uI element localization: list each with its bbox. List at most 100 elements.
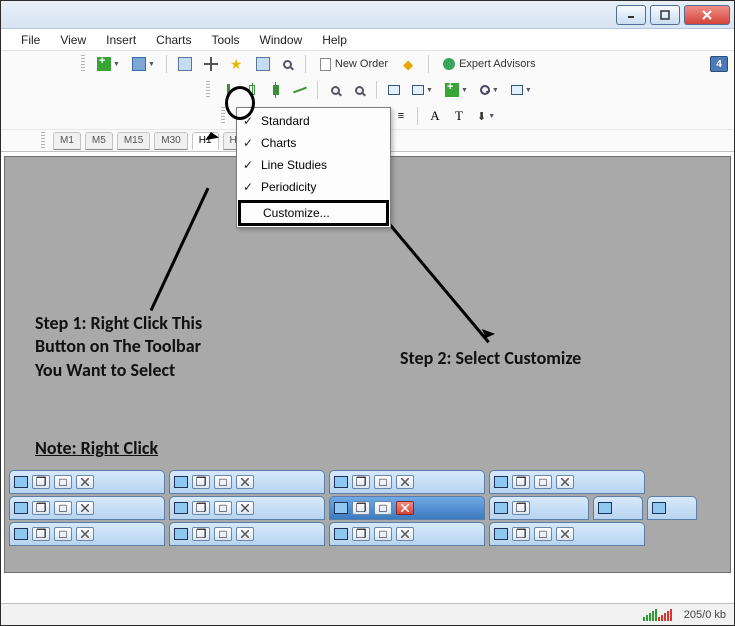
mdi-close-button[interactable]	[396, 501, 414, 515]
mdi-maximize-button[interactable]: □	[54, 475, 72, 489]
mdi-child-window[interactable]: ❐□	[169, 470, 325, 494]
text-tool-button[interactable]: A	[425, 106, 445, 126]
mdi-maximize-button[interactable]: □	[54, 501, 72, 515]
data-window-button[interactable]: ★	[226, 54, 248, 74]
toolbar-grip[interactable]	[206, 81, 210, 99]
window-maximize-button[interactable]	[650, 5, 680, 25]
mdi-restore-button[interactable]: ❐	[352, 527, 370, 541]
mdi-close-button[interactable]	[76, 475, 94, 489]
ctx-charts[interactable]: ✓Charts	[239, 132, 388, 154]
menu-file[interactable]: File	[11, 31, 50, 49]
fibonacci-icon: ≡	[398, 110, 402, 122]
menu-insert[interactable]: Insert	[96, 31, 146, 49]
mdi-close-button[interactable]	[76, 501, 94, 515]
mdi-maximize-button[interactable]: □	[374, 527, 392, 541]
menu-charts[interactable]: Charts	[146, 31, 201, 49]
mdi-restore-button[interactable]: ❐	[512, 527, 530, 541]
mdi-maximize-button[interactable]: □	[374, 475, 392, 489]
mdi-restore-button[interactable]: ❐	[32, 501, 50, 515]
menu-window[interactable]: Window	[250, 31, 313, 49]
mdi-restore-button[interactable]: ❐	[512, 501, 530, 515]
mdi-restore-button[interactable]: ❐	[192, 475, 210, 489]
period-m30[interactable]: M30	[154, 132, 187, 150]
mdi-child-window[interactable]: ❐□	[329, 470, 485, 494]
terminal-button[interactable]	[278, 54, 298, 74]
mdi-maximize-button[interactable]: □	[374, 501, 392, 515]
zoom-in-button[interactable]	[325, 80, 345, 100]
zoom-out-button[interactable]	[349, 80, 369, 100]
mdi-child-window[interactable]: ❐□	[169, 496, 325, 520]
crosshair-button[interactable]	[200, 54, 222, 74]
new-order-button[interactable]: New Order	[313, 54, 395, 74]
annotation-text: You Want to Select	[35, 359, 202, 382]
mdi-child-window[interactable]: ❐□	[489, 470, 645, 494]
mdi-restore-button[interactable]: ❐	[352, 501, 370, 515]
line-chart-button[interactable]	[290, 80, 310, 100]
menu-help[interactable]: Help	[312, 31, 357, 49]
mdi-restore-button[interactable]: ❐	[32, 475, 50, 489]
alerts-count-badge[interactable]: 4	[710, 56, 728, 72]
ctx-standard[interactable]: ✓Standard	[239, 110, 388, 132]
market-watch-button[interactable]	[174, 54, 196, 74]
ctx-line-studies[interactable]: ✓Line Studies	[239, 154, 388, 176]
chart-shift-button[interactable]: ▼	[408, 80, 437, 100]
toolbar-grip[interactable]	[221, 107, 225, 125]
mdi-restore-button[interactable]: ❐	[32, 527, 50, 541]
menu-tools[interactable]: Tools	[202, 31, 250, 49]
text-label-button[interactable]: T	[449, 106, 469, 126]
expert-advisors-button[interactable]: Expert Advisors	[436, 54, 542, 74]
crosshair-icon	[204, 57, 218, 71]
mdi-child-window[interactable]: ❐	[489, 496, 589, 520]
mdi-maximize-button[interactable]: □	[214, 501, 232, 515]
fibonacci-button[interactable]: ≡	[390, 106, 410, 126]
mdi-child-window[interactable]	[647, 496, 697, 520]
profiles-button[interactable]: ▼	[128, 54, 159, 74]
ctx-customize[interactable]: Customize...	[238, 200, 389, 226]
mdi-child-window[interactable]: ❐□	[9, 470, 165, 494]
mdi-maximize-button[interactable]: □	[214, 475, 232, 489]
mdi-child-window-active[interactable]: ❐□	[329, 496, 485, 520]
window-close-button[interactable]	[684, 5, 730, 25]
mdi-restore-button[interactable]: ❐	[352, 475, 370, 489]
templates-button[interactable]: ▼	[507, 80, 536, 100]
toolbar-grip[interactable]	[81, 55, 85, 73]
mdi-close-button[interactable]	[236, 527, 254, 541]
menu-view[interactable]: View	[50, 31, 96, 49]
mdi-child-window[interactable]: ❐□	[489, 522, 645, 546]
mdi-close-button[interactable]	[396, 475, 414, 489]
mdi-close-button[interactable]	[556, 475, 574, 489]
mdi-child-window[interactable]	[593, 496, 643, 520]
mdi-child-window[interactable]: ❐□	[9, 522, 165, 546]
mdi-maximize-button[interactable]: □	[534, 527, 552, 541]
indicators-button[interactable]: ▼	[441, 80, 472, 100]
alert-button[interactable]: ◆	[399, 54, 421, 74]
period-m1[interactable]: M1	[53, 132, 81, 150]
objects-button[interactable]: ⬇▼	[473, 106, 499, 126]
mdi-maximize-button[interactable]: □	[214, 527, 232, 541]
mdi-restore-button[interactable]: ❐	[192, 527, 210, 541]
window-minimize-button[interactable]	[616, 5, 646, 25]
periodicity-button[interactable]: ▼	[476, 80, 503, 100]
candlestick-filled-button[interactable]	[266, 80, 286, 100]
toolbar-grip[interactable]	[41, 132, 45, 150]
new-chart-button[interactable]: ▼	[93, 54, 124, 74]
chart-icon	[494, 502, 508, 514]
mdi-close-button[interactable]	[556, 527, 574, 541]
mdi-restore-button[interactable]: ❐	[512, 475, 530, 489]
auto-scroll-button[interactable]	[384, 80, 404, 100]
mdi-close-button[interactable]	[396, 527, 414, 541]
navigator-button[interactable]	[252, 54, 274, 74]
period-m5[interactable]: M5	[85, 132, 113, 150]
mdi-maximize-button[interactable]: □	[54, 527, 72, 541]
period-m15[interactable]: M15	[117, 132, 150, 150]
mdi-child-window[interactable]: ❐□	[329, 522, 485, 546]
mdi-maximize-button[interactable]: □	[534, 475, 552, 489]
mdi-child-window[interactable]: ❐□	[169, 522, 325, 546]
ctx-periodicity[interactable]: ✓Periodicity	[239, 176, 388, 198]
mdi-close-button[interactable]	[236, 475, 254, 489]
mdi-close-button[interactable]	[76, 527, 94, 541]
star-icon: ★	[230, 57, 244, 71]
mdi-child-window[interactable]: ❐□	[9, 496, 165, 520]
mdi-close-button[interactable]	[236, 501, 254, 515]
mdi-restore-button[interactable]: ❐	[192, 501, 210, 515]
